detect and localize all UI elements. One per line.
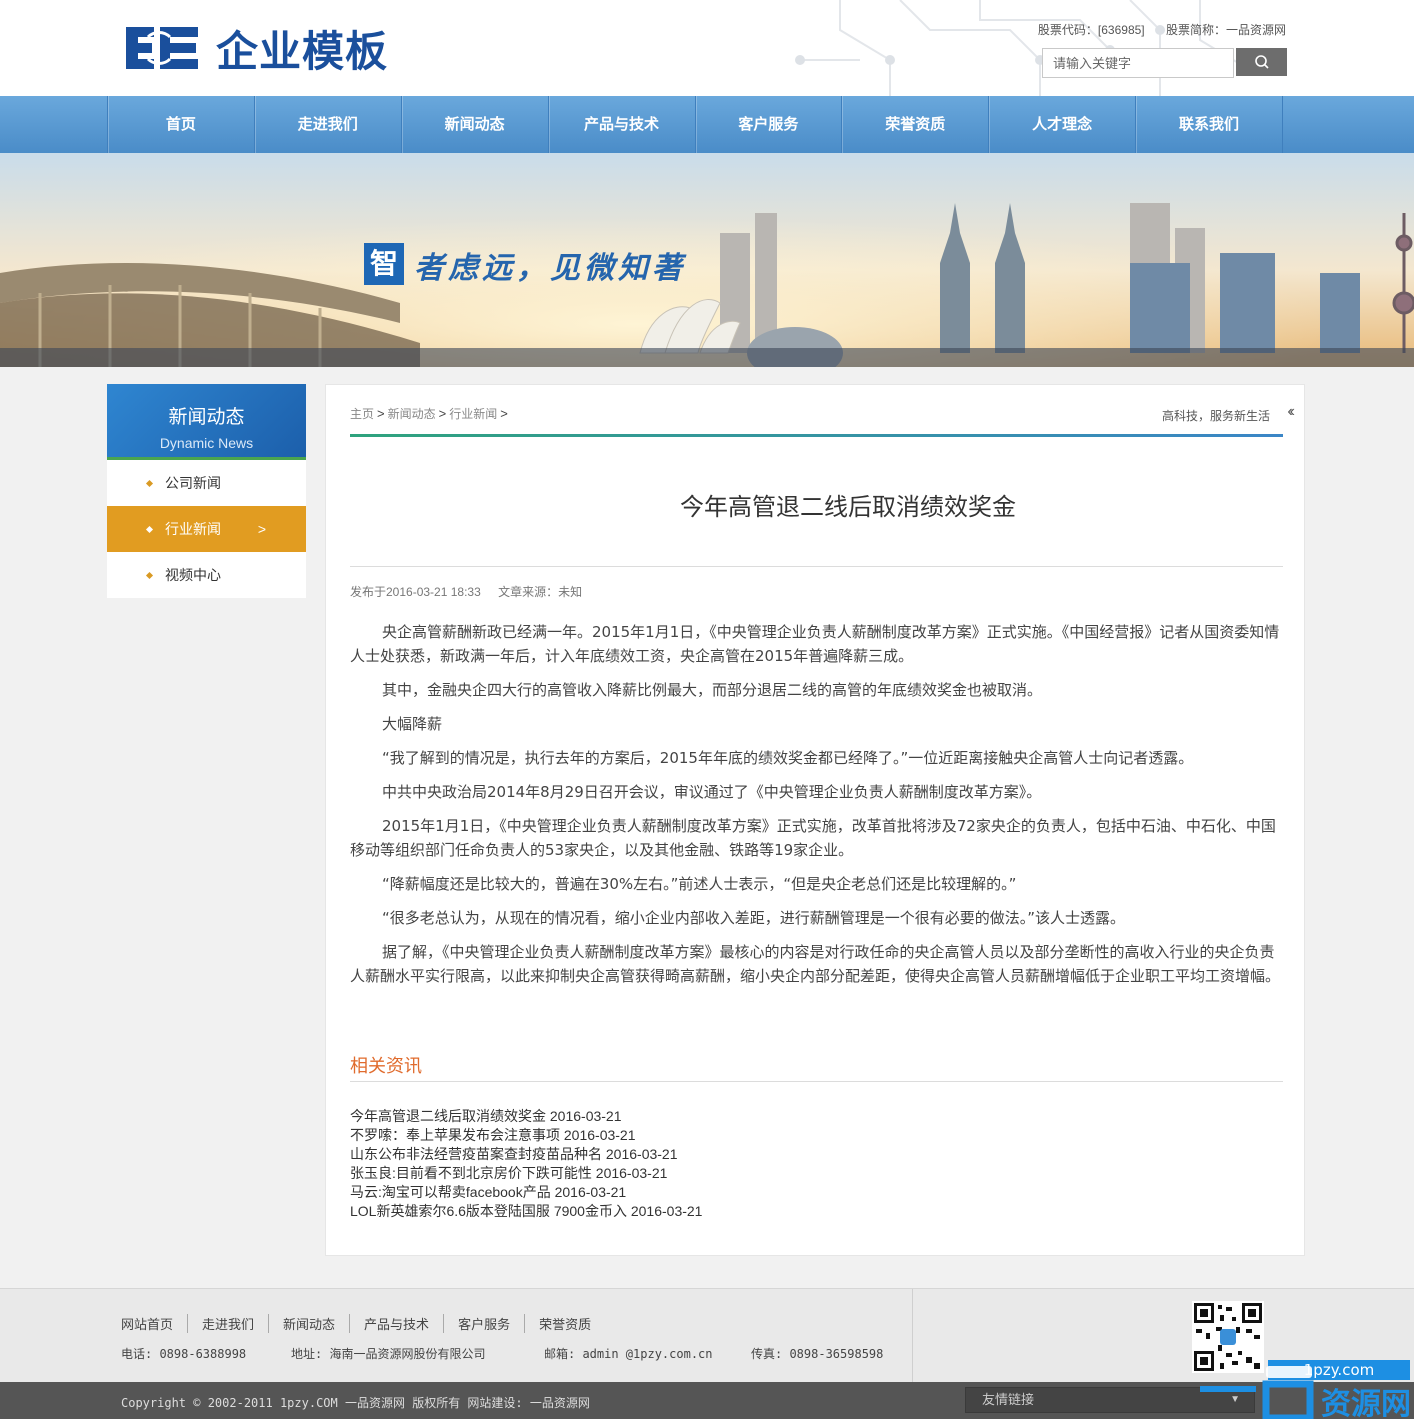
sidebar-item-video-center[interactable]: 视频中心 xyxy=(107,552,306,598)
footer-link-news[interactable]: 新闻动态 xyxy=(269,1314,351,1333)
nav-item-honors[interactable]: 荣誉资质 xyxy=(842,96,990,153)
title-divider xyxy=(350,566,1283,567)
sidebar-header: 新闻动态 Dynamic News xyxy=(107,384,306,460)
search-icon xyxy=(1254,55,1269,69)
tagline: 高科技，服务新生活 xyxy=(1161,409,1270,423)
article-source: 文章来源：未知 xyxy=(498,585,583,599)
related-item[interactable]: 不罗嗦：奉上苹果发布会注意事项 2016-03-21 xyxy=(350,1126,702,1145)
slogan-badge: 智 xyxy=(364,243,404,285)
diamond-bullet-icon xyxy=(145,479,154,488)
article-paragraph: “很多老总认为，从现在的情况看，缩小企业内部收入差距，进行薪酬管理是一个很有必要… xyxy=(382,909,1126,927)
related-title: 相关资讯 xyxy=(350,1056,422,1076)
sidebar-subtitle: Dynamic News xyxy=(159,435,254,451)
logo-mark-icon xyxy=(126,27,198,69)
friend-links-label: 友情链接 xyxy=(982,1392,1035,1407)
article-meta: 发布于2016-03-21 18:33 文章来源：未知 xyxy=(350,583,582,600)
watermark-text: 资源网 xyxy=(1321,1387,1411,1419)
footer-phone: 电话: 0898-6388998 xyxy=(121,1347,247,1361)
breadcrumb-separator: > xyxy=(377,406,385,421)
related-item[interactable]: 山东公布非法经营疫苗案查封疫苗品种名 2016-03-21 xyxy=(350,1145,702,1164)
watermark-domain: 1pzy.com xyxy=(1304,1361,1374,1379)
banner-cityscape-image xyxy=(0,153,1414,367)
logo[interactable]: 企业模板 xyxy=(124,22,388,76)
sidebar-item-industry-news[interactable]: 行业新闻 > xyxy=(107,506,306,552)
breadcrumb-divider xyxy=(350,434,1283,437)
article-paragraph: 其中，金融央企四大行的高管收入降薪比例最大，而部分退居二线的高管的年底绩效奖金也… xyxy=(382,681,1043,699)
breadcrumb-news[interactable]: 新闻动态 xyxy=(388,407,436,421)
related-item[interactable]: 今年高管退二线后取消绩效奖金 2016-03-21 xyxy=(350,1107,702,1126)
search-input[interactable] xyxy=(1042,48,1234,78)
diamond-bullet-icon xyxy=(145,525,154,534)
double-chevron-left-icon: ‹‹ xyxy=(1287,403,1294,420)
nav-item-talent[interactable]: 人才理念 xyxy=(989,96,1137,153)
sidebar-item-label: 行业新闻 xyxy=(165,521,221,537)
sidebar-item-company-news[interactable]: 公司新闻 xyxy=(107,460,306,506)
sidebar-title: 新闻动态 xyxy=(168,407,245,428)
logo-text: 企业模板 xyxy=(216,26,389,76)
footer-link-about[interactable]: 走进我们 xyxy=(188,1314,270,1333)
article-paragraph: 大幅降薪 xyxy=(382,715,443,733)
footer-fax: 传真: 0898-36598598 xyxy=(751,1347,884,1361)
article-paragraph: 2015年1月1日，《中央管理企业负责人薪酬制度改革方案》正式实施，改革首批将涉… xyxy=(350,817,1276,859)
stock-info: 股票代码：[636985] 股票简称：一品资源网 xyxy=(1038,21,1286,38)
article-paragraph: 据了解，《中央管理企业负责人薪酬制度改革方案》最核心的内容是对行政任命的央企高管… xyxy=(350,943,1281,985)
chevron-right-icon: > xyxy=(257,521,266,537)
nav-item-home[interactable]: 首页 xyxy=(108,96,255,153)
related-item[interactable]: 张玉良:目前看不到北京房价下跌可能性 2016-03-21 xyxy=(350,1164,702,1183)
footer-links: 网站首页 走进我们 新闻动态 产品与技术 客户服务 荣誉资质 xyxy=(121,1314,605,1333)
sidebar-item-label: 视频中心 xyxy=(165,567,221,583)
related-divider xyxy=(350,1081,1283,1082)
footer-address: 地址: 海南一品资源网股份有限公司 xyxy=(291,1347,486,1361)
nav-item-products[interactable]: 产品与技术 xyxy=(549,96,696,153)
diamond-bullet-icon xyxy=(145,571,154,580)
nav-item-news[interactable]: 新闻动态 xyxy=(402,96,549,153)
article-body: 央企高管薪酬新政已经满一年。2015年1月1日，《中央管理企业负责人薪酬制度改革… xyxy=(350,620,1283,998)
article-paragraph: “降薪幅度还是比较大的，普遍在30%左右。”前述人士表示，“但是央企老总们还是比… xyxy=(382,875,1017,893)
footer-link-honors[interactable]: 荣誉资质 xyxy=(525,1314,605,1333)
slogan-text: 者虑远，见微知著 xyxy=(414,251,686,286)
breadcrumb: 主页 > 新闻动态 > 行业新闻 > xyxy=(350,405,511,422)
breadcrumb-industry[interactable]: 行业新闻 xyxy=(449,407,497,421)
nav-item-service[interactable]: 客户服务 xyxy=(696,96,843,153)
watermark-logo: 1pzy.com 资源网 xyxy=(1200,1360,1411,1419)
sidebar-item-label: 公司新闻 xyxy=(165,475,221,491)
banner: 智 者虑远，见微知著 xyxy=(0,153,1414,367)
related-item[interactable]: LOL新英雄索尔6.6版本登陆国服 7900金币入 2016-03-21 xyxy=(350,1202,702,1221)
sidebar: 新闻动态 Dynamic News 公司新闻 行业新闻 > 视频中心 xyxy=(107,384,306,598)
footer-link-home[interactable]: 网站首页 xyxy=(121,1314,189,1333)
related-list: 今年高管退二线后取消绩效奖金 2016-03-21 不罗嗦：奉上苹果发布会注意事… xyxy=(350,1107,702,1221)
footer-divider xyxy=(912,1289,913,1383)
article-panel: 主页 > 新闻动态 > 行业新闻 > 高科技，服务新生活 ‹‹ 今年高管退二线后取消绩效奖… xyxy=(325,384,1305,1256)
main-nav: 首页 走进我们 新闻动态 产品与技术 客户服务 荣誉资质 人才理念 联系我们 xyxy=(0,96,1414,153)
stock-code: 股票代码：[636985] xyxy=(1037,23,1145,37)
search-button[interactable] xyxy=(1236,48,1287,76)
footer-link-products[interactable]: 产品与技术 xyxy=(350,1314,445,1333)
search-bar xyxy=(1042,48,1287,78)
nav-item-contact[interactable]: 联系我们 xyxy=(1136,96,1283,153)
breadcrumb-home[interactable]: 主页 xyxy=(350,407,374,421)
publish-date: 发布于2016-03-21 18:33 xyxy=(350,585,481,599)
article-paragraph: “我了解到的情况是，执行去年的方案后，2015年年底的绩效奖金都已经降了。”一位… xyxy=(382,749,1194,767)
sidebar-menu: 公司新闻 行业新闻 > 视频中心 xyxy=(107,460,306,598)
site-header: 企业模板 股票代码：[636985] 股票简称：一品资源网 xyxy=(0,0,1414,96)
stock-name: 股票简称：一品资源网 xyxy=(1165,23,1286,37)
article-paragraph: 央企高管薪酬新政已经满一年。2015年1月1日，《中央管理企业负责人薪酬制度改革… xyxy=(350,623,1280,665)
article-paragraph: 中共中央政治局2014年8月29日召开会议，审议通过了《中央管理企业负责人薪酬制… xyxy=(382,783,1042,801)
footer-link-service[interactable]: 客户服务 xyxy=(444,1314,526,1333)
breadcrumb-separator: > xyxy=(500,406,508,421)
related-item[interactable]: 马云:淘宝可以帮卖facebook产品 2016-03-21 xyxy=(350,1183,702,1202)
footer-email: 邮箱: admin @1pzy.com.cn xyxy=(544,1347,713,1361)
copyright-text: Copyright © 2002-2011 1pzy.COM 一品资源网 版权所… xyxy=(121,1396,590,1410)
breadcrumb-separator: > xyxy=(438,406,447,421)
article-title: 今年高管退二线后取消绩效奖金 xyxy=(680,494,1016,521)
nav-item-about[interactable]: 走进我们 xyxy=(255,96,402,153)
